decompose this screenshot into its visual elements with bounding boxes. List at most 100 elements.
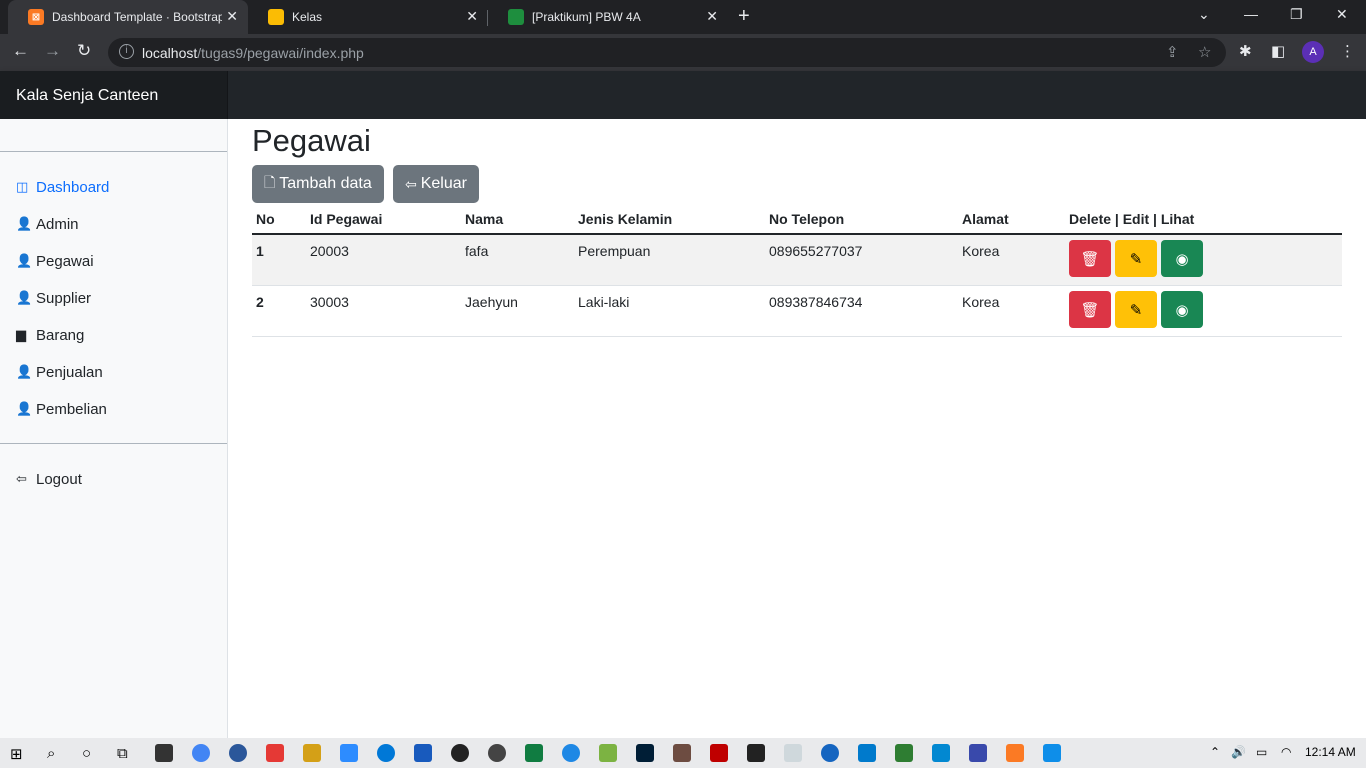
view-button[interactable]: ◉ [1161, 291, 1203, 328]
app-icon[interactable] [229, 744, 247, 762]
sidebar-item-label: Pembelian [36, 400, 107, 418]
sidebar-item-label: Barang [36, 326, 85, 344]
side-panel-icon[interactable]: ◧ [1271, 42, 1285, 60]
layout-icon: ◫ [16, 179, 29, 194]
site-info-icon[interactable]: i [119, 44, 134, 59]
volume-icon[interactable]: 🔊 [1231, 745, 1246, 759]
classroom-favicon-icon [508, 9, 524, 25]
cell-alamat: Korea [958, 285, 1065, 337]
new-tab-icon[interactable]: + [738, 5, 750, 28]
sidebar-item-label: Admin [36, 215, 79, 233]
reload-icon[interactable]: ↻ [77, 41, 91, 61]
windows-start-icon[interactable]: ⊞ [10, 745, 23, 763]
sidebar-item-admin[interactable]: 👤 Admin [16, 214, 79, 234]
search-icon[interactable]: ⌕ [47, 745, 55, 762]
app-icon[interactable] [599, 744, 617, 762]
profile-avatar[interactable]: A [1302, 41, 1324, 63]
app-icon[interactable] [895, 744, 913, 762]
dosbox-app-icon[interactable] [673, 744, 691, 762]
app-navbar: Kala Senja Canteen [0, 71, 1366, 119]
edge-app-icon[interactable] [377, 744, 395, 762]
close-window-icon[interactable]: ✕ [1336, 6, 1348, 23]
sidebar-item-pembelian[interactable]: 👤 Pembelian [16, 399, 107, 419]
teamviewer-app-icon[interactable] [1043, 744, 1061, 762]
button-label: Keluar [420, 175, 467, 192]
tab-search-icon[interactable]: ⌄ [1198, 6, 1210, 23]
app-icon[interactable] [821, 744, 839, 762]
sidebar-item-barang[interactable]: ▆ Barang [16, 325, 84, 345]
restore-icon[interactable]: ❐ [1290, 6, 1303, 23]
browser-tab-praktikum[interactable]: [Praktikum] PBW 4A ✕ [488, 0, 728, 34]
main-content: Pegawai 🗋 Tambah data ⇦ Keluar No Id Peg… [228, 119, 1366, 738]
wifi-icon[interactable]: ◠ [1281, 745, 1291, 759]
user-list-icon: 👤 [16, 364, 33, 379]
app-icon[interactable] [562, 744, 580, 762]
browser-tab-dashboard[interactable]: ⊠ Dashboard Template · Bootstrap ✕ [8, 0, 248, 34]
address-bar[interactable]: i localhost/tugas9/pegawai/index.php ⇪ ☆ [108, 38, 1226, 67]
app-icon[interactable] [932, 744, 950, 762]
minimize-icon[interactable]: — [1244, 6, 1258, 22]
close-tab-icon[interactable]: ✕ [466, 8, 478, 25]
column-header: No [252, 207, 306, 235]
delete-button[interactable]: 🗑 [1069, 240, 1111, 277]
app-icon[interactable] [303, 744, 321, 762]
chrome-menu-icon[interactable]: ⋮ [1340, 42, 1355, 60]
app-icon[interactable] [488, 744, 506, 762]
pencil-icon: ✎ [1129, 301, 1143, 319]
terminal-app-icon[interactable] [747, 744, 765, 762]
url-host: localhost [142, 45, 198, 61]
user-list-icon: 👤 [16, 290, 33, 305]
filezilla-app-icon[interactable] [710, 744, 728, 762]
cell-jenis-kelamin: Perempuan [574, 234, 765, 286]
sidebar-item-pegawai[interactable]: 👤 Pegawai [16, 251, 94, 271]
excel-app-icon[interactable] [525, 744, 543, 762]
browser-toolbar: ← → ↻ i localhost/tugas9/pegawai/index.p… [0, 34, 1366, 71]
lightroom-app-icon[interactable] [636, 744, 654, 762]
app-icon[interactable] [969, 744, 987, 762]
task-view-icon[interactable]: ⧉ [117, 745, 128, 762]
cell-jenis-kelamin: Laki-laki [574, 285, 765, 337]
file-plus-icon: 🗋 [264, 174, 276, 190]
chrome-app-icon[interactable] [192, 744, 210, 762]
app-icon[interactable] [451, 744, 469, 762]
app-icon[interactable] [784, 744, 802, 762]
word-app-icon[interactable] [414, 744, 432, 762]
delete-button[interactable]: 🗑 [1069, 291, 1111, 328]
sidebar-item-penjualan[interactable]: 👤 Penjualan [16, 362, 103, 382]
close-tab-icon[interactable]: ✕ [226, 8, 238, 25]
close-tab-icon[interactable]: ✕ [706, 8, 718, 25]
back-icon[interactable]: ← [12, 41, 29, 61]
column-header: Delete | Edit | Lihat [1065, 207, 1342, 235]
battery-icon[interactable]: ▭ [1256, 745, 1267, 759]
brand-title[interactable]: Kala Senja Canteen [0, 71, 228, 119]
forward-icon[interactable]: → [44, 41, 61, 61]
user-list-icon: 👤 [16, 216, 33, 231]
exit-button[interactable]: ⇦ Keluar [393, 165, 479, 203]
browser-tab-kelas[interactable]: Kelas ✕ [248, 0, 488, 34]
xampp-app-icon[interactable] [155, 744, 173, 762]
sidebar-item-supplier[interactable]: 👤 Supplier [16, 288, 91, 308]
sidebar-item-logout[interactable]: ⇦ Logout [16, 469, 82, 489]
sidebar-item-label: Logout [36, 470, 82, 488]
extensions-icon[interactable]: ✱ [1239, 42, 1252, 60]
share-icon[interactable]: ⇪ [1166, 43, 1179, 61]
xampp-control-icon[interactable] [1006, 744, 1024, 762]
view-button[interactable]: ◉ [1161, 240, 1203, 277]
column-header: Nama [461, 207, 574, 235]
cortana-icon[interactable]: ○ [82, 745, 91, 762]
edit-button[interactable]: ✎ [1115, 291, 1157, 328]
zoom-app-icon[interactable] [340, 744, 358, 762]
table-row: 2 30003 Jaehyun Laki-laki 089387846734 K… [252, 285, 1342, 337]
sidebar-item-dashboard[interactable]: ◫ Dashboard [16, 177, 109, 197]
tray-overflow-icon[interactable]: ⌃ [1210, 745, 1220, 759]
vscode-app-icon[interactable] [858, 744, 876, 762]
app-icon[interactable] [266, 744, 284, 762]
briefcase-icon: ▆ [16, 327, 26, 342]
clock[interactable]: 12:14 AM [1305, 745, 1356, 759]
edit-button[interactable]: ✎ [1115, 240, 1157, 277]
bookmark-star-icon[interactable]: ☆ [1198, 43, 1211, 61]
trash-icon: 🗑 [1080, 301, 1100, 319]
add-data-button[interactable]: 🗋 Tambah data [252, 165, 384, 203]
eye-icon: ◉ [1175, 301, 1189, 319]
eye-icon: ◉ [1175, 250, 1189, 268]
